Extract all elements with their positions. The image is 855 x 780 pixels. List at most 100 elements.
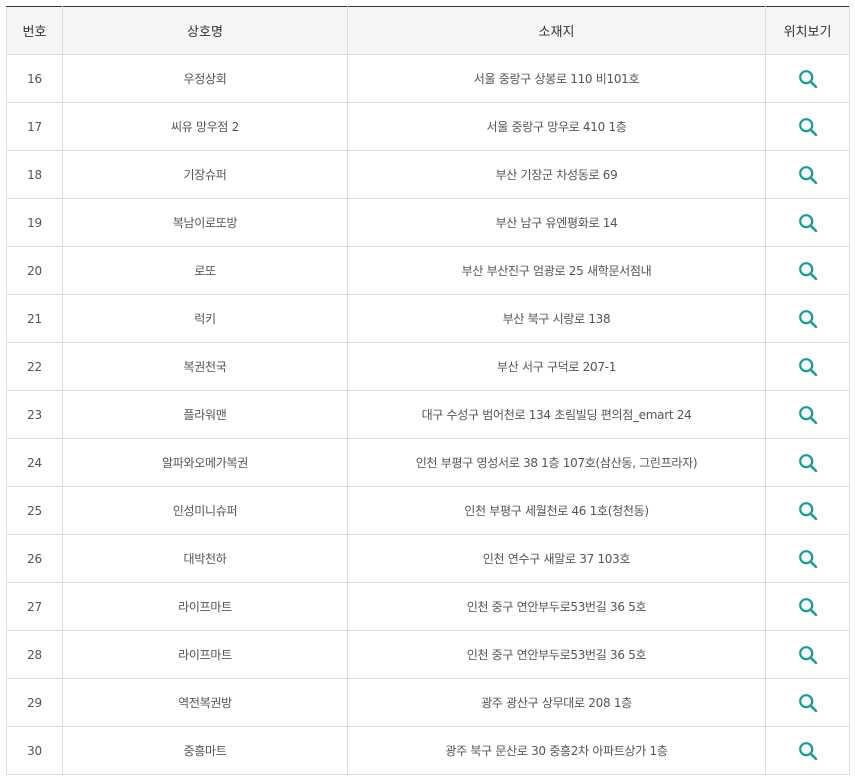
store-table: 번호 상호명 소재지 위치보기 16 우정상회 서울 중랑구 상봉로 110 비… xyxy=(6,6,850,775)
row-store-name: 기장슈퍼 xyxy=(62,150,348,199)
view-location-button[interactable] xyxy=(795,162,821,188)
row-number: 20 xyxy=(6,246,63,295)
row-number: 16 xyxy=(6,54,63,103)
row-view-location-cell xyxy=(765,150,850,199)
row-location: 대구 수성구 범어천로 134 초림빌딩 편의점_emart 24 xyxy=(347,390,766,439)
row-number: 27 xyxy=(6,582,63,631)
header-store-name: 상호명 xyxy=(62,6,348,55)
row-store-name: 씨유 망우점 2 xyxy=(62,102,348,151)
view-location-button[interactable] xyxy=(795,546,821,572)
view-location-button[interactable] xyxy=(795,66,821,92)
view-location-button[interactable] xyxy=(795,594,821,620)
search-icon xyxy=(798,69,817,88)
row-view-location-cell xyxy=(765,486,850,535)
row-view-location-cell xyxy=(765,198,850,247)
row-store-name: 대박천하 xyxy=(62,534,348,583)
table-row: 18 기장슈퍼 부산 기장군 차성동로 69 xyxy=(6,150,850,199)
row-location: 부산 부산진구 엄광로 25 새학문서점내 xyxy=(347,246,766,295)
search-icon xyxy=(798,261,817,280)
table-row: 28 라이프마트 인천 중구 연안부두로53번길 36 5호 xyxy=(6,630,850,679)
search-icon xyxy=(798,165,817,184)
row-number: 18 xyxy=(6,150,63,199)
row-location: 인천 중구 연안부두로53번길 36 5호 xyxy=(347,630,766,679)
row-store-name: 복권천국 xyxy=(62,342,348,391)
table-row: 26 대박천하 인천 연수구 새말로 37 103호 xyxy=(6,534,850,583)
row-location: 광주 광산구 상무대로 208 1층 xyxy=(347,678,766,727)
row-number: 25 xyxy=(6,486,63,535)
table-body: 16 우정상회 서울 중랑구 상봉로 110 비101호 17 씨유 망우점 2… xyxy=(6,54,850,775)
view-location-button[interactable] xyxy=(795,114,821,140)
search-icon xyxy=(798,117,817,136)
row-number: 26 xyxy=(6,534,63,583)
row-store-name: 복남이로또방 xyxy=(62,198,348,247)
row-number: 29 xyxy=(6,678,63,727)
header-view-location: 위치보기 xyxy=(765,6,850,55)
row-view-location-cell xyxy=(765,438,850,487)
view-location-button[interactable] xyxy=(795,258,821,284)
view-location-button[interactable] xyxy=(795,642,821,668)
row-store-name: 플라워맨 xyxy=(62,390,348,439)
row-location: 부산 북구 시랑로 138 xyxy=(347,294,766,343)
view-location-button[interactable] xyxy=(795,450,821,476)
row-store-name: 역전복권방 xyxy=(62,678,348,727)
row-number: 21 xyxy=(6,294,63,343)
row-number: 17 xyxy=(6,102,63,151)
table-row: 30 중흥마트 광주 북구 문산로 30 중흥2차 아파트상가 1층 xyxy=(6,726,850,775)
row-store-name: 럭키 xyxy=(62,294,348,343)
view-location-button[interactable] xyxy=(795,690,821,716)
row-view-location-cell xyxy=(765,678,850,727)
table-row: 20 로또 부산 부산진구 엄광로 25 새학문서점내 xyxy=(6,246,850,295)
table-row: 19 복남이로또방 부산 남구 유엔평화로 14 xyxy=(6,198,850,247)
table-header: 번호 상호명 소재지 위치보기 xyxy=(6,6,850,55)
row-location: 서울 중랑구 망우로 410 1층 xyxy=(347,102,766,151)
header-number: 번호 xyxy=(6,6,63,55)
row-view-location-cell xyxy=(765,54,850,103)
table-row: 29 역전복권방 광주 광산구 상무대로 208 1층 xyxy=(6,678,850,727)
row-view-location-cell xyxy=(765,726,850,775)
row-location: 광주 북구 문산로 30 중흥2차 아파트상가 1층 xyxy=(347,726,766,775)
table-header-row: 번호 상호명 소재지 위치보기 xyxy=(6,6,850,55)
row-view-location-cell xyxy=(765,342,850,391)
table-row: 21 럭키 부산 북구 시랑로 138 xyxy=(6,294,850,343)
view-location-button[interactable] xyxy=(795,210,821,236)
table-row: 27 라이프마트 인천 중구 연안부두로53번길 36 5호 xyxy=(6,582,850,631)
row-location: 인천 부평구 세월천로 46 1호(청천동) xyxy=(347,486,766,535)
table-row: 23 플라워맨 대구 수성구 범어천로 134 초림빌딩 편의점_emart 2… xyxy=(6,390,850,439)
row-view-location-cell xyxy=(765,630,850,679)
row-store-name: 알파와오메가복권 xyxy=(62,438,348,487)
row-location: 인천 연수구 새말로 37 103호 xyxy=(347,534,766,583)
row-number: 23 xyxy=(6,390,63,439)
search-icon xyxy=(798,597,817,616)
search-icon xyxy=(798,453,817,472)
row-location: 인천 중구 연안부두로53번길 36 5호 xyxy=(347,582,766,631)
row-location: 부산 남구 유엔평화로 14 xyxy=(347,198,766,247)
view-location-button[interactable] xyxy=(795,738,821,764)
table-row: 16 우정상회 서울 중랑구 상봉로 110 비101호 xyxy=(6,54,850,103)
view-location-button[interactable] xyxy=(795,306,821,332)
search-icon xyxy=(798,405,817,424)
search-icon xyxy=(798,357,817,376)
row-store-name: 인성미니슈퍼 xyxy=(62,486,348,535)
row-view-location-cell xyxy=(765,246,850,295)
search-icon xyxy=(798,693,817,712)
search-icon xyxy=(798,501,817,520)
view-location-button[interactable] xyxy=(795,402,821,428)
row-view-location-cell xyxy=(765,582,850,631)
view-location-button[interactable] xyxy=(795,354,821,380)
row-number: 19 xyxy=(6,198,63,247)
row-view-location-cell xyxy=(765,102,850,151)
row-view-location-cell xyxy=(765,534,850,583)
search-icon xyxy=(798,741,817,760)
row-store-name: 로또 xyxy=(62,246,348,295)
row-store-name: 라이프마트 xyxy=(62,582,348,631)
row-number: 22 xyxy=(6,342,63,391)
view-location-button[interactable] xyxy=(795,498,821,524)
row-location: 인천 부평구 영성서로 38 1층 107호(삼산동, 그린프라자) xyxy=(347,438,766,487)
row-view-location-cell xyxy=(765,294,850,343)
search-icon xyxy=(798,213,817,232)
row-number: 24 xyxy=(6,438,63,487)
search-icon xyxy=(798,309,817,328)
row-store-name: 우정상회 xyxy=(62,54,348,103)
row-number: 28 xyxy=(6,630,63,679)
search-icon xyxy=(798,645,817,664)
